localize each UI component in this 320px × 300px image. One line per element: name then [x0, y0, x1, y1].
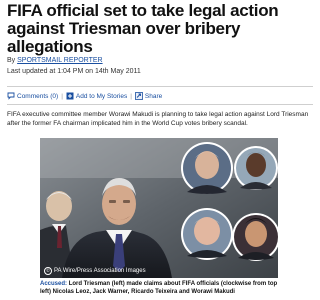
share-icon [135, 92, 143, 100]
share-label: Share [144, 92, 163, 100]
divider-bottom [7, 104, 313, 105]
byline: By SPORTSMAIL REPORTER [7, 57, 103, 64]
copyright-icon: © [44, 267, 52, 275]
add-to-my-stories-label: Add to My Stories [75, 92, 128, 100]
portrait-nicolas-leoz [181, 142, 233, 194]
photo-caption: Accused: Lord Triesman (left) made claim… [40, 280, 280, 296]
share-toolbar: Comments (0) | Add to My Stories | Share [7, 90, 162, 102]
article-headline: FIFA official set to take legal action a… [7, 1, 279, 56]
comment-icon [7, 92, 15, 100]
toolbar-separator: | [61, 92, 63, 100]
photo-composite [40, 138, 278, 278]
photo-credit: © PA Wire/Press Association Images [44, 267, 146, 275]
portrait-jack-warner [234, 146, 278, 190]
toolbar-separator: | [130, 92, 132, 100]
article-page: FIFA official set to take legal action a… [0, 0, 320, 300]
portrait-worawi-makudi [232, 213, 278, 261]
byline-author-link[interactable]: SPORTSMAIL REPORTER [17, 57, 102, 64]
divider-top [7, 86, 313, 87]
last-updated-timestamp: Last updated at 1:04 PM on 14th May 2011 [7, 68, 141, 75]
comments-link[interactable]: Comments (0) [7, 92, 58, 100]
share-link[interactable]: Share [135, 92, 162, 100]
caption-text: Lord Triesman (left) made claims about F… [40, 281, 278, 295]
byline-prefix: By [7, 57, 16, 64]
article-summary: FIFA executive committee member Worawi M… [7, 111, 309, 127]
add-to-my-stories-link[interactable]: Add to My Stories [66, 92, 127, 100]
add-story-icon [66, 92, 74, 100]
photo-credit-text: PA Wire/Press Association Images [54, 268, 146, 274]
comments-label: Comments (0) [17, 92, 59, 100]
portrait-ricardo-teixeira [181, 208, 233, 260]
caption-lead: Accused: [40, 281, 68, 287]
article-photo: © PA Wire/Press Association Images [40, 138, 278, 278]
